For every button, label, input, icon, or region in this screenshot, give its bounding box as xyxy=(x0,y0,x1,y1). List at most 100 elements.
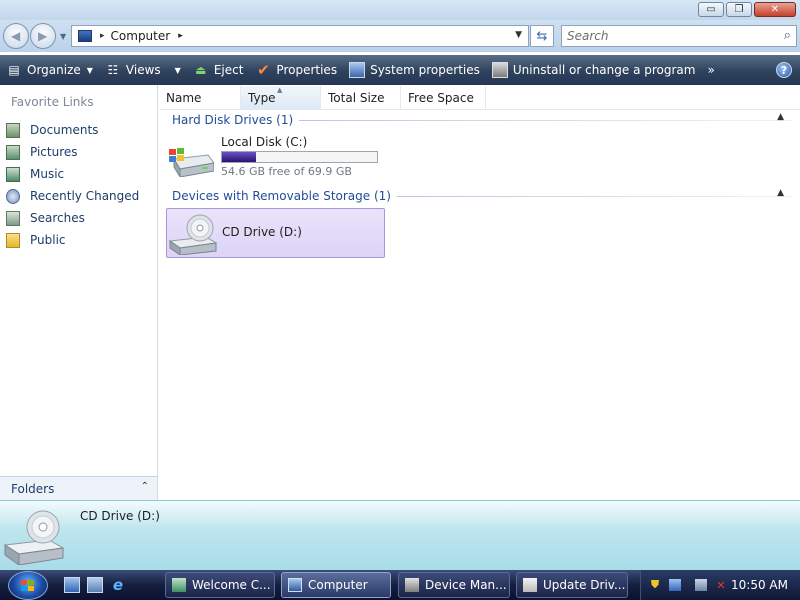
minimize-button[interactable]: ▭ xyxy=(698,2,724,17)
sidebar-item-pictures[interactable]: Pictures xyxy=(6,141,139,163)
details-item-name: CD Drive (D:) xyxy=(80,509,160,523)
search-icon[interactable]: ⌕ xyxy=(784,28,791,43)
start-button[interactable] xyxy=(8,571,48,600)
column-header-total-size[interactable]: Total Size xyxy=(321,86,401,110)
computer-icon xyxy=(78,30,92,42)
search-box[interactable]: ⌕ xyxy=(561,25,797,47)
column-header-type-label: Type xyxy=(248,91,276,105)
eject-label: Eject xyxy=(213,63,244,77)
quick-launch: e xyxy=(64,576,126,594)
taskbar-item-label: Update Driv... xyxy=(543,578,626,592)
favorite-links-title: Favorite Links xyxy=(11,95,94,109)
uninstall-program-button[interactable]: Uninstall or change a program xyxy=(486,55,702,85)
group-divider xyxy=(299,119,792,121)
address-bar[interactable]: ▸ Computer ▸ ▼ xyxy=(71,25,529,47)
properties-button[interactable]: ✔ Properties xyxy=(249,55,343,85)
network-icon[interactable] xyxy=(669,579,681,591)
chevron-down-icon: ▼ xyxy=(174,65,181,75)
forward-button[interactable]: ▶ xyxy=(30,23,56,49)
taskbar-item-device-manager[interactable]: Device Man... xyxy=(398,572,510,598)
drive-item-cd-drive-d[interactable]: CD Drive (D:) xyxy=(166,208,385,258)
breadcrumb-separator[interactable]: ▸ xyxy=(100,31,105,41)
window-controls: ▭ ❐ ✕ xyxy=(698,2,796,17)
command-bar: ▤ Organize ▼ ☷ Views ▼ ⏏ Eject ✔ Propert… xyxy=(0,55,800,85)
cd-drive-icon xyxy=(3,510,65,565)
chevron-up-icon: ⌃ xyxy=(140,481,149,492)
internet-explorer-icon[interactable]: e xyxy=(110,576,126,594)
windows-logo-icon xyxy=(21,580,35,592)
drive-free-space: 54.6 GB free of 69.9 GB xyxy=(221,165,352,178)
music-icon xyxy=(6,166,20,182)
search-input[interactable] xyxy=(562,26,762,46)
sidebar-item-music[interactable]: Music xyxy=(6,163,139,185)
taskbar-item-label: Computer xyxy=(308,578,368,592)
drive-item-local-disk-c[interactable]: Local Disk (C:) 54.6 GB free of 69.9 GB xyxy=(166,135,406,183)
organize-button[interactable]: ▤ Organize ▼ xyxy=(0,55,99,85)
sidebar-item-label: Public xyxy=(30,233,66,247)
title-bar: ▭ ❐ ✕ xyxy=(0,0,800,20)
checkmark-icon: ✔ xyxy=(257,61,270,79)
taskbar-item-update-driver[interactable]: Update Driv... xyxy=(516,572,628,598)
chevron-up-icon[interactable]: ▲ xyxy=(777,112,784,122)
eject-button[interactable]: ⏏ Eject xyxy=(187,55,250,85)
help-icon[interactable]: ? xyxy=(776,62,792,78)
group-removable-storage[interactable]: Devices with Removable Storage (1) ▲ xyxy=(172,188,792,204)
show-desktop-icon[interactable] xyxy=(64,577,80,593)
views-button[interactable]: ☷ Views ▼ xyxy=(99,55,187,85)
sidebar-item-searches[interactable]: Searches xyxy=(6,207,139,229)
forward-arrow-icon: ▶ xyxy=(38,29,48,43)
sidebar-item-public[interactable]: Public xyxy=(6,229,139,251)
refresh-icon: ⇆ xyxy=(536,28,548,44)
cd-drive-icon xyxy=(168,214,218,255)
pictures-icon xyxy=(6,144,20,160)
clock[interactable]: 10:50 AM xyxy=(731,578,788,592)
documents-icon xyxy=(6,122,20,138)
taskbar-item-computer[interactable]: Computer xyxy=(281,572,391,598)
sidebar-item-label: Pictures xyxy=(30,145,78,159)
properties-label: Properties xyxy=(276,63,338,77)
views-icon: ☷ xyxy=(107,63,119,77)
navigation-pane: Favorite Links Documents Pictures Music … xyxy=(0,85,158,500)
maximize-button[interactable]: ❐ xyxy=(726,2,752,17)
address-row: ◀ ▶ ▼ ▸ Computer ▸ ▼ ⇆ ⌕ xyxy=(0,20,800,52)
favorite-links-list: Documents Pictures Music Recently Change… xyxy=(6,119,139,251)
drive-name: CD Drive (D:) xyxy=(222,225,302,239)
back-button[interactable]: ◀ xyxy=(3,23,29,49)
taskbar-item-label: Welcome C... xyxy=(192,578,271,592)
organize-icon: ▤ xyxy=(8,63,20,77)
recent-pages-dropdown[interactable]: ▼ xyxy=(60,32,66,41)
close-button[interactable]: ✕ xyxy=(754,2,796,17)
drive-name: Local Disk (C:) xyxy=(221,135,308,149)
group-label: Hard Disk Drives (1) xyxy=(172,113,294,127)
address-dropdown-icon[interactable]: ▼ xyxy=(515,30,522,40)
sidebar-item-recently-changed[interactable]: Recently Changed xyxy=(6,185,139,207)
taskbar-item-welcome-center[interactable]: Welcome C... xyxy=(165,572,275,598)
sidebar-item-documents[interactable]: Documents xyxy=(6,119,139,141)
switch-windows-icon[interactable] xyxy=(87,577,103,593)
hard-disk-icon xyxy=(169,148,214,177)
column-header-type[interactable]: ▲ Type xyxy=(241,86,321,110)
disk-usage-fill xyxy=(222,152,257,162)
system-properties-button[interactable]: System properties xyxy=(343,55,486,85)
searches-icon xyxy=(6,210,20,226)
chevron-up-icon[interactable]: ▲ xyxy=(777,188,784,198)
group-divider xyxy=(396,195,792,197)
chevron-down-icon: ▼ xyxy=(86,65,93,75)
column-header-name[interactable]: Name xyxy=(159,86,241,110)
volume-muted-icon[interactable]: ✕ xyxy=(714,578,728,592)
taskbar: e Welcome C... Computer Device Man... Up… xyxy=(0,570,800,600)
folders-toggle[interactable]: Folders ⌃ xyxy=(0,476,158,500)
security-shield-icon[interactable]: ⛊ xyxy=(648,578,662,592)
more-commands-button[interactable]: » xyxy=(701,55,720,85)
device-manager-icon xyxy=(405,578,419,592)
column-header-free-space[interactable]: Free Space xyxy=(401,86,486,110)
welcome-center-icon xyxy=(172,578,186,592)
system-tray: ⛊ ✕ 10:50 AM xyxy=(640,570,800,600)
back-arrow-icon: ◀ xyxy=(11,29,21,43)
refresh-button[interactable]: ⇆ xyxy=(530,25,554,47)
group-hard-disk-drives[interactable]: Hard Disk Drives (1) ▲ xyxy=(172,112,792,128)
breadcrumb-computer[interactable]: Computer xyxy=(111,29,171,43)
sidebar-item-label: Documents xyxy=(30,123,99,137)
network-status-icon[interactable] xyxy=(695,579,707,591)
breadcrumb-separator-end[interactable]: ▸ xyxy=(178,31,183,41)
